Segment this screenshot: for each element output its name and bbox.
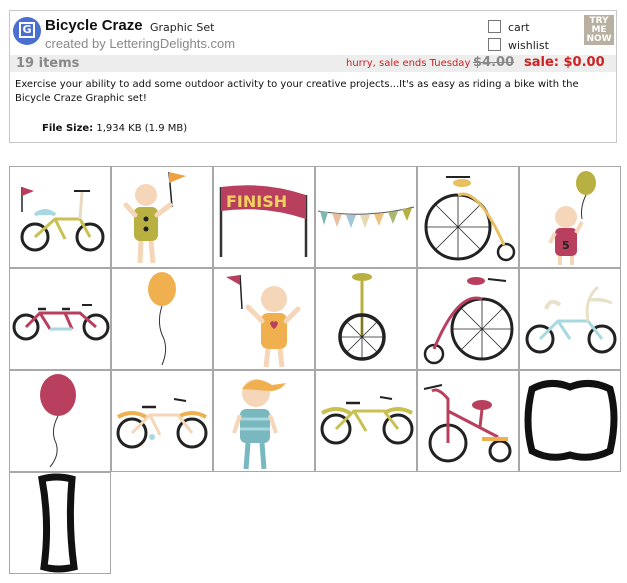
bicycle-flag-icon xyxy=(20,187,105,252)
gallery-item-4[interactable] xyxy=(315,166,417,268)
person-heart-flag-icon xyxy=(226,274,301,368)
sale-price: sale: $0.00 xyxy=(524,55,605,70)
lettering-delights-logo-icon[interactable]: G xyxy=(13,17,41,45)
black-frame-icon xyxy=(524,380,618,461)
gallery-item-3[interactable]: FINISH xyxy=(213,166,315,268)
product-header-panel: G Bicycle Craze Graphic Set created by L… xyxy=(9,10,617,143)
penny-farthing-icon xyxy=(424,176,516,262)
gallery-item-17[interactable] xyxy=(417,370,519,472)
pink-penny-farthing-icon xyxy=(423,277,514,365)
logo-letter: G xyxy=(19,22,35,38)
gallery-item-11[interactable] xyxy=(417,268,519,370)
gallery-item-8[interactable] xyxy=(111,268,213,370)
try-me-now-button[interactable]: TRY ME NOW xyxy=(584,15,614,45)
tricycle-icon xyxy=(423,384,512,463)
red-balloon-icon xyxy=(40,374,76,468)
tandem-bicycle-icon xyxy=(12,304,110,341)
finish-banner-icon: FINISH xyxy=(219,185,308,257)
creator-link[interactable]: created by LetteringDelights.com xyxy=(45,36,235,51)
wishlist-checkbox[interactable] xyxy=(488,38,501,51)
price-bar: 19 items hurry, sale ends Tuesday $4.00 … xyxy=(10,55,616,72)
unicycle-icon xyxy=(338,273,386,361)
file-size-value: 1,934 KB (1.9 MB) xyxy=(96,123,188,134)
gallery-item-14[interactable] xyxy=(111,370,213,472)
gallery-item-6[interactable]: 5 xyxy=(519,166,621,268)
boy-cap-icon xyxy=(232,379,286,470)
orange-bicycle-icon xyxy=(116,398,208,449)
tall-frame-icon xyxy=(37,473,78,573)
pennant-bunting-icon xyxy=(317,206,415,228)
gallery-item-19[interactable] xyxy=(9,472,111,574)
original-price: $4.00 xyxy=(473,55,515,70)
gallery-item-15[interactable] xyxy=(213,370,315,472)
items-count: 19 items xyxy=(16,56,80,71)
graphic-gallery: FINISH 5 xyxy=(9,166,621,578)
gallery-item-2[interactable] xyxy=(111,166,213,268)
gallery-item-10[interactable] xyxy=(315,268,417,370)
cart-checkbox[interactable] xyxy=(488,20,501,33)
file-size: File Size: 1,934 KB (1.9 MB) xyxy=(42,123,187,134)
person-balloon-icon: 5 xyxy=(548,171,596,265)
gallery-item-13[interactable] xyxy=(9,370,111,472)
sale-ends-notice: hurry, sale ends Tuesday xyxy=(346,58,471,69)
product-subtitle: Graphic Set xyxy=(150,21,215,34)
product-description: Exercise your ability to add some outdoo… xyxy=(15,79,579,104)
person-flag-icon xyxy=(123,171,186,264)
gallery-item-18[interactable] xyxy=(519,370,621,472)
yellow-bicycle-icon xyxy=(320,396,414,445)
gallery-item-16[interactable] xyxy=(315,370,417,472)
gallery-item-5[interactable] xyxy=(417,166,519,268)
gallery-item-12[interactable] xyxy=(519,268,621,370)
product-title: Bicycle Craze xyxy=(45,17,143,34)
cruiser-bicycle-icon xyxy=(525,285,617,354)
file-size-label: File Size: xyxy=(42,123,94,134)
finish-banner-text: FINISH xyxy=(226,192,287,211)
gallery-item-7[interactable] xyxy=(9,268,111,370)
cart-label: cart xyxy=(508,21,530,34)
gallery-item-9[interactable] xyxy=(213,268,315,370)
orange-balloon-icon xyxy=(148,272,176,366)
gallery-item-1[interactable] xyxy=(9,166,111,268)
jersey-number: 5 xyxy=(562,239,570,252)
wishlist-label: wishlist xyxy=(508,39,549,52)
